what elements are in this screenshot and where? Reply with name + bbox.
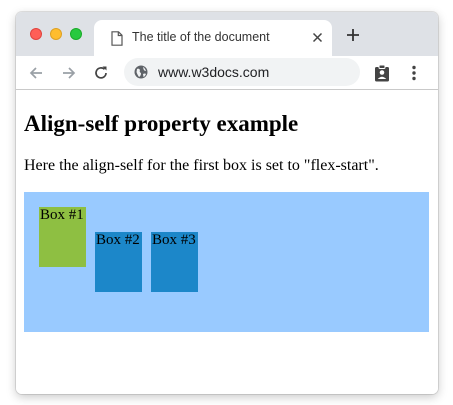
minimize-window-button[interactable] (50, 28, 62, 40)
title-bar: The title of the document (16, 12, 438, 56)
page-heading: Align-self property example (24, 111, 299, 136)
kebab-menu-icon[interactable] (411, 65, 417, 81)
back-arrow-icon[interactable] (28, 65, 44, 81)
browser-tab[interactable]: The title of the document (94, 20, 332, 56)
url-text: www.w3docs.com (158, 64, 270, 80)
forward-arrow-icon[interactable] (61, 65, 77, 81)
page-content: Align-self property example Here the ali… (16, 91, 438, 394)
box-1: Box #1 (39, 207, 86, 267)
address-bar[interactable]: www.w3docs.com (124, 58, 360, 86)
maximize-window-button[interactable] (70, 28, 82, 40)
globe-icon (134, 65, 148, 79)
browser-toolbar: www.w3docs.com (16, 56, 438, 90)
box-2: Box #2 (95, 232, 142, 292)
browser-window: The title of the document www.w3docs.com… (16, 12, 438, 394)
flex-container: Box #1 Box #2 Box #3 (24, 192, 429, 332)
page-description: Here the align-self for the first box is… (24, 157, 379, 174)
close-window-button[interactable] (30, 28, 42, 40)
reload-icon[interactable] (93, 65, 109, 81)
plus-icon[interactable] (346, 28, 360, 42)
clipboard-account-icon[interactable] (374, 64, 390, 82)
tab-title: The title of the document (132, 30, 270, 44)
box-3: Box #3 (151, 232, 198, 292)
close-icon[interactable] (311, 31, 324, 44)
document-icon (111, 31, 123, 46)
